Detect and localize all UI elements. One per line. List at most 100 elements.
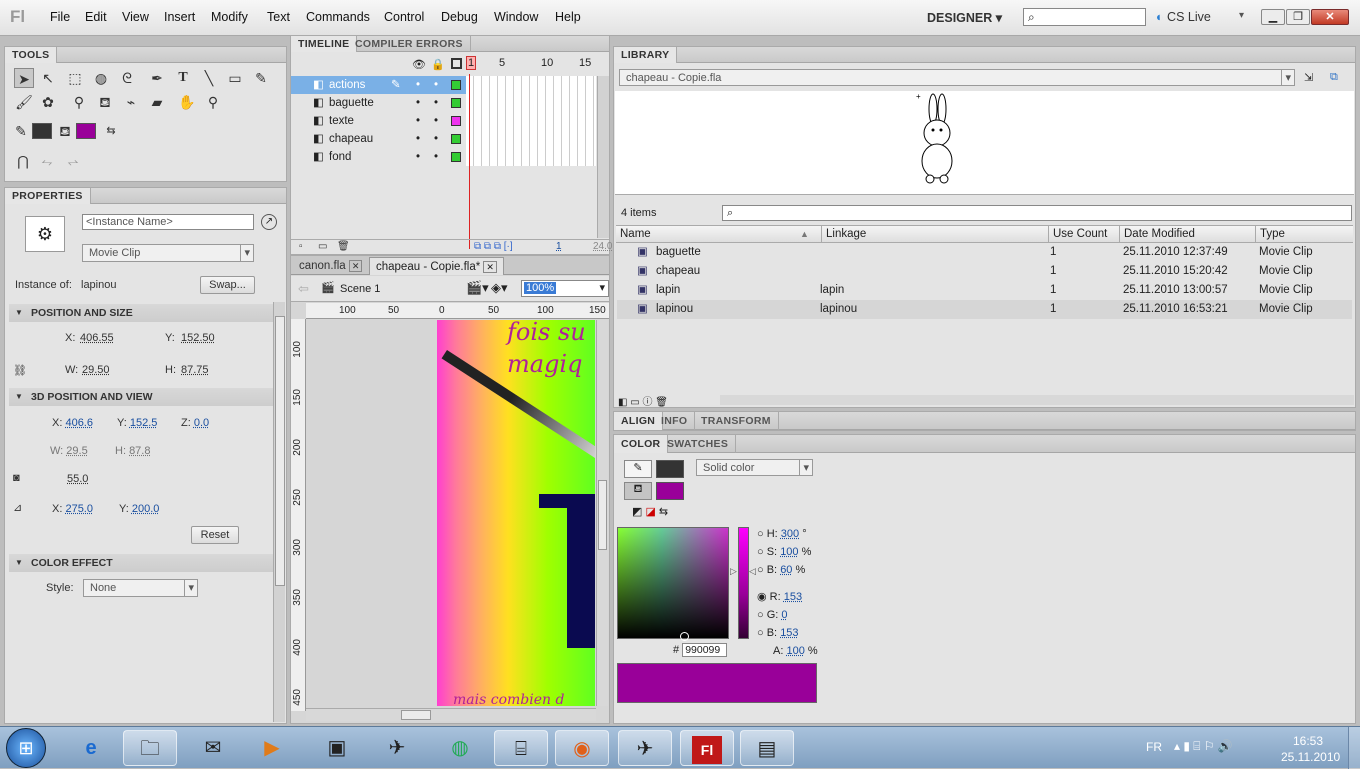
edit-scene-icon[interactable]: 🎬▾ — [466, 280, 489, 296]
close-button[interactable]: ✕ — [1311, 9, 1349, 25]
col-date-modified[interactable]: Date Modified — [1119, 226, 1195, 242]
close-tab-icon[interactable]: ✕ — [348, 260, 363, 272]
menu-control[interactable]: Control — [384, 10, 424, 24]
lasso-icon[interactable]: ᘓ — [117, 68, 137, 88]
3d-rotation-icon[interactable]: ◍ — [91, 68, 111, 88]
library-footer-icons[interactable]: ◧ ▭ ⓘ 🗑 — [618, 393, 668, 408]
edit-instance-icon[interactable]: ↗ — [261, 214, 277, 230]
language-indicator[interactable]: FR — [1146, 740, 1162, 754]
tab-info[interactable]: INFO — [654, 412, 696, 430]
menu-file[interactable]: File — [50, 10, 70, 24]
menu-window[interactable]: Window — [494, 10, 538, 24]
fill-color-swatch[interactable] — [76, 123, 96, 139]
current-frame-value[interactable]: 1 — [556, 241, 562, 252]
menu-view[interactable]: View — [122, 10, 149, 24]
fill-swatch[interactable] — [656, 482, 684, 500]
library-search-input[interactable]: ⌕ — [722, 205, 1352, 221]
frame-grid[interactable] — [466, 76, 596, 166]
menu-insert[interactable]: Insert — [164, 10, 195, 24]
library-row-selected[interactable]: ▣ lapinou lapinou 1 25.11.2010 16:53:21 Movie… — [617, 300, 1352, 319]
thunderbird-icon[interactable]: ✉ — [186, 730, 240, 766]
tab-library[interactable]: LIBRARY — [614, 47, 678, 63]
media-player-icon[interactable]: ▶ — [245, 730, 299, 766]
x3d-value[interactable]: 406.6 — [65, 417, 93, 429]
clock-time[interactable]: 16:53 — [1293, 734, 1323, 748]
close-tab-icon[interactable]: ✕ — [483, 261, 497, 273]
stage-vscroll[interactable] — [596, 320, 608, 706]
new-folder-icon[interactable]: ▭ — [318, 241, 327, 252]
globe-icon[interactable]: ◍ — [433, 730, 487, 766]
x-value[interactable]: 406.55 — [80, 332, 114, 344]
pin-library-icon[interactable]: ⇲ — [1304, 71, 1313, 84]
position-size-section[interactable]: POSITION AND SIZE — [9, 304, 273, 322]
z3d-value[interactable]: 0.0 — [194, 417, 209, 429]
style-dropdown[interactable]: None — [83, 579, 198, 597]
lock-icon[interactable]: 🔒 — [431, 58, 445, 71]
color-picker-square[interactable] — [617, 527, 729, 641]
maximize-button[interactable]: ❐ — [1286, 9, 1310, 25]
layer-texte[interactable]: ◧ texte • • — [291, 112, 466, 130]
paint-bucket-icon[interactable]: ⛾ — [95, 92, 115, 112]
rectangle-tool-icon[interactable]: ▭ — [225, 68, 245, 88]
workspace-switcher[interactable]: DESIGNER ▾ — [927, 10, 1002, 25]
lock-ratio-icon[interactable]: ⛓ — [13, 364, 27, 377]
col-type[interactable]: Type — [1255, 226, 1285, 242]
start-button[interactable]: ⊞ — [6, 728, 46, 768]
tab-compiler-errors[interactable]: COMPILER ERRORS — [348, 36, 471, 52]
tab-transform[interactable]: TRANSFORM — [694, 412, 779, 430]
eye-icon[interactable]: 👁 — [412, 58, 426, 71]
text-tool-icon[interactable]: T — [173, 68, 193, 88]
r-field[interactable]: ◉ R: 153 — [757, 588, 837, 606]
hue-slider[interactable] — [738, 527, 749, 639]
reset-button[interactable]: Reset — [191, 526, 239, 544]
pencil-icon[interactable]: ✎ — [251, 68, 271, 88]
hand-icon[interactable]: ✋ — [177, 92, 197, 112]
help-search-input[interactable]: ⌕ — [1023, 8, 1146, 26]
fps-value[interactable]: 24.0 — [593, 241, 612, 252]
pdf-icon[interactable]: ▤ — [740, 730, 794, 766]
new-layer-icon[interactable]: ▫ — [299, 241, 303, 252]
stroke-pencil-button[interactable]: ✎ — [624, 460, 652, 478]
outline-icon[interactable] — [451, 58, 462, 69]
menu-modify[interactable]: Modify — [211, 10, 248, 24]
brush-icon[interactable]: 🖌 — [14, 92, 34, 112]
clock-date[interactable]: 25.11.2010 — [1281, 750, 1340, 764]
swap-button[interactable]: Swap... — [200, 276, 255, 294]
stroke-swatch[interactable] — [656, 460, 684, 478]
zoom-icon[interactable]: ⚲ — [203, 92, 223, 112]
hex-input[interactable]: 990099 — [682, 643, 728, 657]
subselection-tool-icon[interactable]: ↖ — [38, 68, 58, 88]
tab-properties[interactable]: PROPERTIES — [5, 188, 91, 204]
delete-layer-icon[interactable]: 🗑 — [337, 241, 350, 252]
properties-scrollbar[interactable] — [273, 302, 285, 722]
library-row[interactable]: ▣ chapeau 1 25.11.2010 15:20:42 Movie Clip — [617, 262, 1352, 281]
b-field[interactable]: ○ B: 60 % — [757, 561, 837, 579]
firefox-icon[interactable]: ◉ — [555, 730, 609, 766]
playhead[interactable] — [469, 74, 470, 249]
cs-live-dropdown-icon[interactable]: ▾ — [1239, 10, 1244, 21]
straighten-icon[interactable]: ⥋ — [63, 151, 83, 171]
menu-edit[interactable]: Edit — [85, 10, 107, 24]
stage-hscroll[interactable] — [306, 708, 596, 721]
vanish-y-value[interactable]: 200.0 — [132, 503, 160, 515]
color-effect-section[interactable]: COLOR EFFECT — [9, 554, 273, 572]
back-arrow-icon[interactable]: ⇦ — [298, 281, 309, 297]
tab-chapeau[interactable]: chapeau - Copie.fla* ✕ — [369, 257, 504, 275]
library-row[interactable]: ▣ lapin lapin 1 25.11.2010 13:00:57 Movie Cli… — [617, 281, 1352, 300]
minimize-button[interactable]: ▁ — [1261, 9, 1285, 25]
selection-tool-icon[interactable]: ➤ — [14, 68, 34, 88]
library-row[interactable]: ▣ baguette 1 25.11.2010 12:37:49 Movie Clip — [617, 243, 1352, 262]
col-name[interactable]: Name — [620, 226, 651, 242]
flash-taskbar-icon[interactable]: Fl — [680, 730, 734, 766]
video-maker-icon[interactable]: ▣ — [310, 730, 364, 766]
new-library-icon[interactable]: ⧉ — [1330, 71, 1338, 84]
menu-commands[interactable]: Commands — [306, 10, 370, 24]
timeline-vscroll[interactable] — [597, 76, 609, 238]
pen-icon[interactable]: ✒ — [147, 68, 167, 88]
explorer-icon[interactable]: 🗀 — [123, 730, 177, 766]
s-field[interactable]: ○ S: 100 % — [757, 543, 837, 561]
app-icon-2[interactable]: ✈ — [618, 730, 672, 766]
3d-position-section[interactable]: 3D POSITION AND VIEW — [9, 388, 273, 406]
fill-bucket-button[interactable]: ⛾ — [624, 482, 652, 500]
layer-baguette[interactable]: ◧ baguette • • — [291, 94, 466, 112]
